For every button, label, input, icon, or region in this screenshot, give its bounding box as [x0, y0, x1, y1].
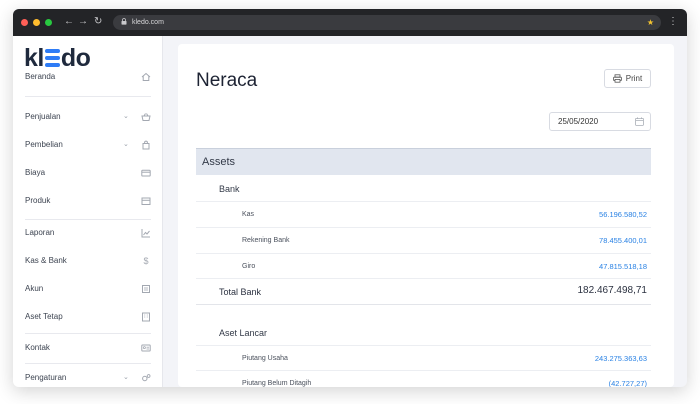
sidebar-item-produk[interactable]: Produk — [13, 191, 163, 211]
dollar-icon: $ — [143, 256, 149, 266]
sidebar-item-akun[interactable]: Akun — [13, 279, 163, 299]
sidebar-item-kontak[interactable]: Kontak — [13, 338, 163, 358]
home-icon — [141, 72, 151, 81]
group-row-aset-lancar: Aset Lancar — [196, 319, 651, 346]
table-row[interactable]: Kas 56.196.580,52 — [196, 202, 651, 228]
bookmark-star-icon[interactable]: ★ — [647, 16, 654, 29]
address-bar[interactable]: kledo.com ★ — [113, 15, 661, 30]
reload-icon[interactable]: ↻ — [94, 15, 102, 29]
line-chart-icon — [141, 229, 150, 238]
table-row[interactable]: Piutang Belum Ditagih (42.727,27) — [196, 371, 651, 387]
table-row[interactable]: Giro 47.815.518,18 — [196, 254, 651, 279]
sidebar-divider — [25, 363, 151, 364]
back-arrow-icon[interactable]: ← — [64, 15, 74, 29]
balance-sheet-panel: Neraca Print 25/05/2020 Assets Bank Kas … — [178, 44, 674, 387]
sidebar-item-aset-tetap[interactable]: Aset Tetap — [13, 307, 163, 327]
sidebar-divider — [25, 96, 151, 97]
amount-link[interactable]: 243.275.363,63 — [595, 354, 647, 364]
gears-icon — [142, 374, 151, 382]
kledo-logo[interactable]: kl do — [24, 46, 91, 71]
forward-arrow-icon[interactable]: → — [78, 15, 88, 29]
chevron-down-icon: ⌄ — [123, 141, 129, 148]
sidebar-item-pembelian[interactable]: Pembelian ⌄ — [13, 135, 163, 155]
sidebar-divider — [25, 333, 151, 334]
amount-link[interactable]: 47.815.518,18 — [599, 262, 647, 272]
table-row[interactable]: Piutang Usaha 243.275.363,63 — [196, 346, 651, 371]
amount-link[interactable]: 78.455.400,01 — [599, 236, 647, 246]
chevron-down-icon: ⌄ — [123, 113, 129, 120]
basket-icon — [141, 113, 151, 121]
amount-link[interactable]: (42.727,27) — [609, 379, 647, 387]
building-icon — [142, 312, 150, 322]
chevron-down-icon: ⌄ — [123, 374, 129, 381]
sidebar: kl do Beranda Penjualan ⌄ Pembelian ⌄ Bi… — [13, 36, 163, 387]
ledger-icon — [142, 285, 150, 293]
calendar-icon — [635, 117, 644, 126]
page-title: Neraca — [196, 70, 258, 91]
sidebar-item-laporan[interactable]: Laporan — [13, 223, 163, 243]
credit-card-icon — [141, 169, 151, 177]
group-row-bank: Bank — [196, 175, 651, 202]
logo-e-mark — [44, 48, 60, 68]
shopping-bag-icon — [142, 140, 150, 150]
url-text: kledo.com — [132, 19, 164, 26]
close-window-icon[interactable] — [21, 19, 28, 26]
printer-icon — [612, 74, 622, 83]
date-picker[interactable]: 25/05/2020 — [549, 112, 651, 131]
table-row[interactable]: Rekening Bank 78.455.400,01 — [196, 228, 651, 254]
sidebar-item-penjualan[interactable]: Penjualan ⌄ — [13, 107, 163, 127]
browser-titlebar: ← → ↻ kledo.com ★ ⋮ — [13, 9, 687, 36]
maximize-window-icon[interactable] — [45, 19, 52, 26]
sidebar-item-pengaturan[interactable]: Pengaturan ⌄ — [13, 368, 163, 387]
browser-window: ← → ↻ kledo.com ★ ⋮ kl do Beranda Penjua… — [13, 9, 687, 387]
amount-link[interactable]: 56.196.580,52 — [599, 210, 647, 220]
print-button[interactable]: Print — [604, 69, 651, 88]
sidebar-item-beranda[interactable]: Beranda — [13, 67, 163, 87]
minimize-window-icon[interactable] — [33, 19, 40, 26]
assets-section-header: Assets — [196, 148, 651, 175]
browser-menu-icon[interactable]: ⋮ — [668, 16, 678, 28]
sidebar-divider — [25, 219, 151, 220]
total-row-bank: Total Bank 182.467.498,71 — [196, 279, 651, 305]
sidebar-item-biaya[interactable]: Biaya — [13, 163, 163, 183]
sidebar-item-kas-bank[interactable]: Kas & Bank $ — [13, 251, 163, 271]
contact-card-icon — [141, 344, 151, 352]
date-value: 25/05/2020 — [558, 117, 599, 126]
lock-icon — [121, 18, 127, 25]
box-icon — [141, 197, 151, 205]
